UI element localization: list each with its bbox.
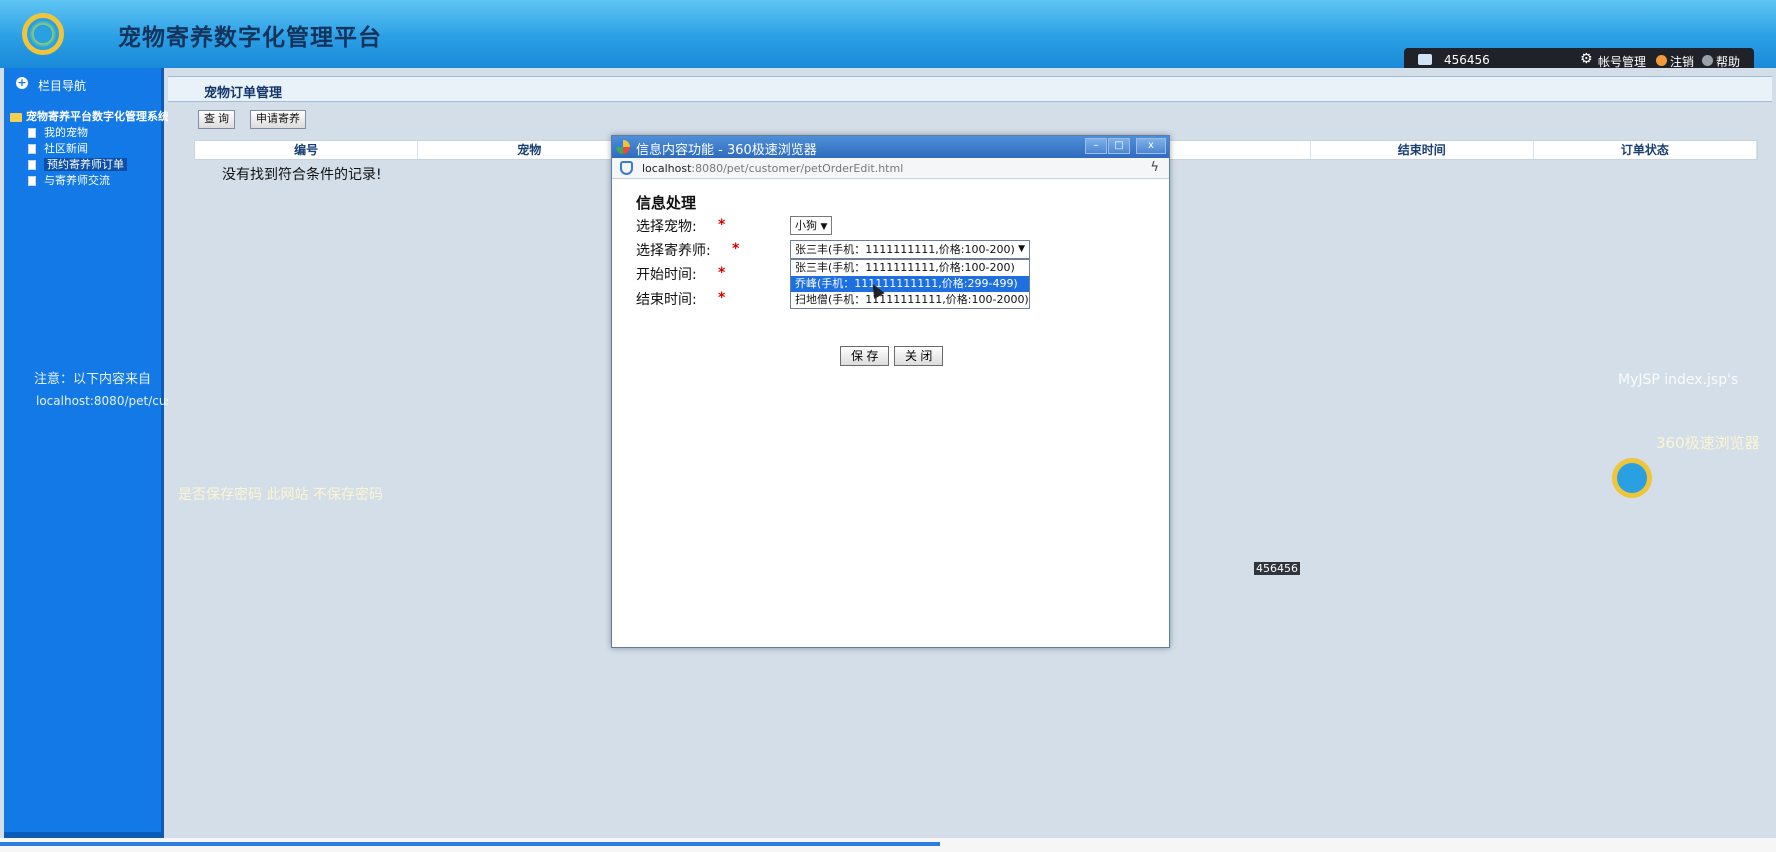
- edit-dialog: 信息内容功能 - 360极速浏览器 – □ x localhost:8080/p…: [611, 135, 1170, 648]
- ghost-text: 360极速浏览器: [1656, 434, 1760, 452]
- app-logo: [22, 13, 64, 55]
- form-title: 信息处理: [636, 194, 697, 212]
- dialog-body: 信息处理 选择宠物: * 小狗 ▼ 选择寄养师: * 张三丰(手机：111111…: [612, 180, 1169, 647]
- sitter-label: 选择寄养师:: [636, 243, 711, 259]
- nav-heading[interactable]: + 栏目导航: [4, 68, 164, 100]
- app-title: 宠物寄养数字化管理平台: [118, 25, 382, 51]
- user-card-icon: [1418, 54, 1432, 65]
- lightning-icon[interactable]: ϟ: [1150, 160, 1159, 175]
- dialog-titlebar[interactable]: 信息内容功能 - 360极速浏览器 – □ x: [612, 136, 1169, 158]
- page-title: 宠物订单管理: [204, 86, 283, 101]
- taskbar-strip: [0, 838, 1776, 852]
- sitter-option[interactable]: 张三丰(手机：1111111111,价格:100-200): [791, 260, 1029, 276]
- ghost-text: MyJSP index.jsp's: [1618, 372, 1739, 388]
- required-mark: *: [718, 265, 726, 281]
- page-title-bar: 宠物订单管理: [168, 76, 1772, 102]
- end-time-label: 结束时间:: [636, 292, 697, 308]
- username: 456456: [1444, 53, 1490, 67]
- column-header[interactable]: 结束时间: [1311, 141, 1534, 159]
- page-icon: [28, 176, 36, 186]
- close-button[interactable]: 关 闭: [894, 346, 944, 366]
- page-icon: [28, 128, 36, 138]
- pet-label: 选择宠物:: [636, 219, 697, 235]
- dialog-title: 信息内容功能 - 360极速浏览器: [636, 143, 817, 158]
- tree-root[interactable]: 宠物寄养平台数字化管理系统: [10, 108, 169, 124]
- column-header[interactable]: 订单状态: [1534, 141, 1757, 159]
- address-text[interactable]: localhost:8080/pet/customer/petOrderEdit…: [642, 162, 903, 175]
- start-time-label: 开始时间:: [636, 267, 697, 283]
- chevron-down-icon: ▼: [1018, 244, 1025, 254]
- close-icon[interactable]: x: [1136, 138, 1166, 154]
- apply-button[interactable]: 申请寄养: [250, 110, 306, 129]
- toolbar: 查 询 申请寄养: [168, 108, 1772, 130]
- browser-icon: [616, 140, 630, 154]
- top-header: 宠物寄养数字化管理平台 456456 ⚙ 帐号管理 注销 帮助: [0, 0, 1776, 72]
- page-icon: [28, 160, 36, 170]
- folder-icon: [10, 112, 22, 122]
- help-icon[interactable]: [1702, 55, 1713, 66]
- page-icon: [28, 144, 36, 154]
- sidebar-item-news[interactable]: 社区新闻: [10, 140, 169, 156]
- address-bar[interactable]: localhost:8080/pet/customer/petOrderEdit…: [612, 158, 1169, 179]
- nav-heading-label: 栏目导航: [38, 79, 87, 93]
- tree-root-label: 宠物寄养平台数字化管理系统: [26, 110, 169, 123]
- sidebar-item-my-pets[interactable]: 我的宠物: [10, 124, 169, 140]
- sidebar-item-sitter-orders[interactable]: 预约寄养师订单: [10, 156, 169, 172]
- ghost-text: 注意：以下内容来自: [34, 372, 152, 387]
- required-mark: *: [718, 290, 726, 306]
- logout-icon[interactable]: [1656, 55, 1667, 66]
- progress-strip: [0, 842, 940, 846]
- maximize-icon[interactable]: □: [1108, 138, 1130, 154]
- sitter-option[interactable]: 乔峰(手机：111111111111,价格:299-499): [791, 276, 1029, 292]
- query-button[interactable]: 查 询: [198, 110, 236, 129]
- expand-icon[interactable]: +: [16, 77, 28, 89]
- save-button[interactable]: 保 存: [840, 346, 890, 366]
- minimize-icon[interactable]: –: [1085, 138, 1107, 154]
- gear-icon[interactable]: ⚙: [1580, 51, 1593, 67]
- column-header[interactable]: 宠物: [418, 141, 642, 159]
- nav-tree: 宠物寄养平台数字化管理系统 我的宠物 社区新闻 预约寄养师订单 与寄养师交流: [10, 108, 169, 188]
- ghost-logo: [1612, 458, 1652, 498]
- sidebar: + 栏目导航 宠物寄养平台数字化管理系统 我的宠物 社区新闻 预约寄养师订单 与…: [4, 68, 277, 838]
- required-mark: *: [718, 217, 726, 233]
- sidebar-item-chat[interactable]: 与寄养师交流: [10, 172, 169, 188]
- ghost-text: 456456: [1254, 562, 1300, 575]
- shield-icon: [620, 161, 633, 175]
- sitter-option[interactable]: 扫地僧(手机：11111111111,价格:100-2000): [791, 292, 1029, 308]
- ghost-text: 是否保存密码 此网站 不保存密码: [178, 487, 383, 503]
- sitter-select[interactable]: 张三丰(手机：1111111111,价格:100-200) ▼: [790, 240, 1030, 259]
- required-mark: *: [732, 241, 740, 257]
- sitter-dropdown-list: 张三丰(手机：1111111111,价格:100-200) 乔峰(手机：1111…: [790, 259, 1030, 309]
- empty-message: 没有找到符合条件的记录!: [222, 167, 382, 183]
- column-header[interactable]: 编号: [195, 141, 419, 159]
- pet-select[interactable]: 小狗 ▼: [790, 216, 833, 235]
